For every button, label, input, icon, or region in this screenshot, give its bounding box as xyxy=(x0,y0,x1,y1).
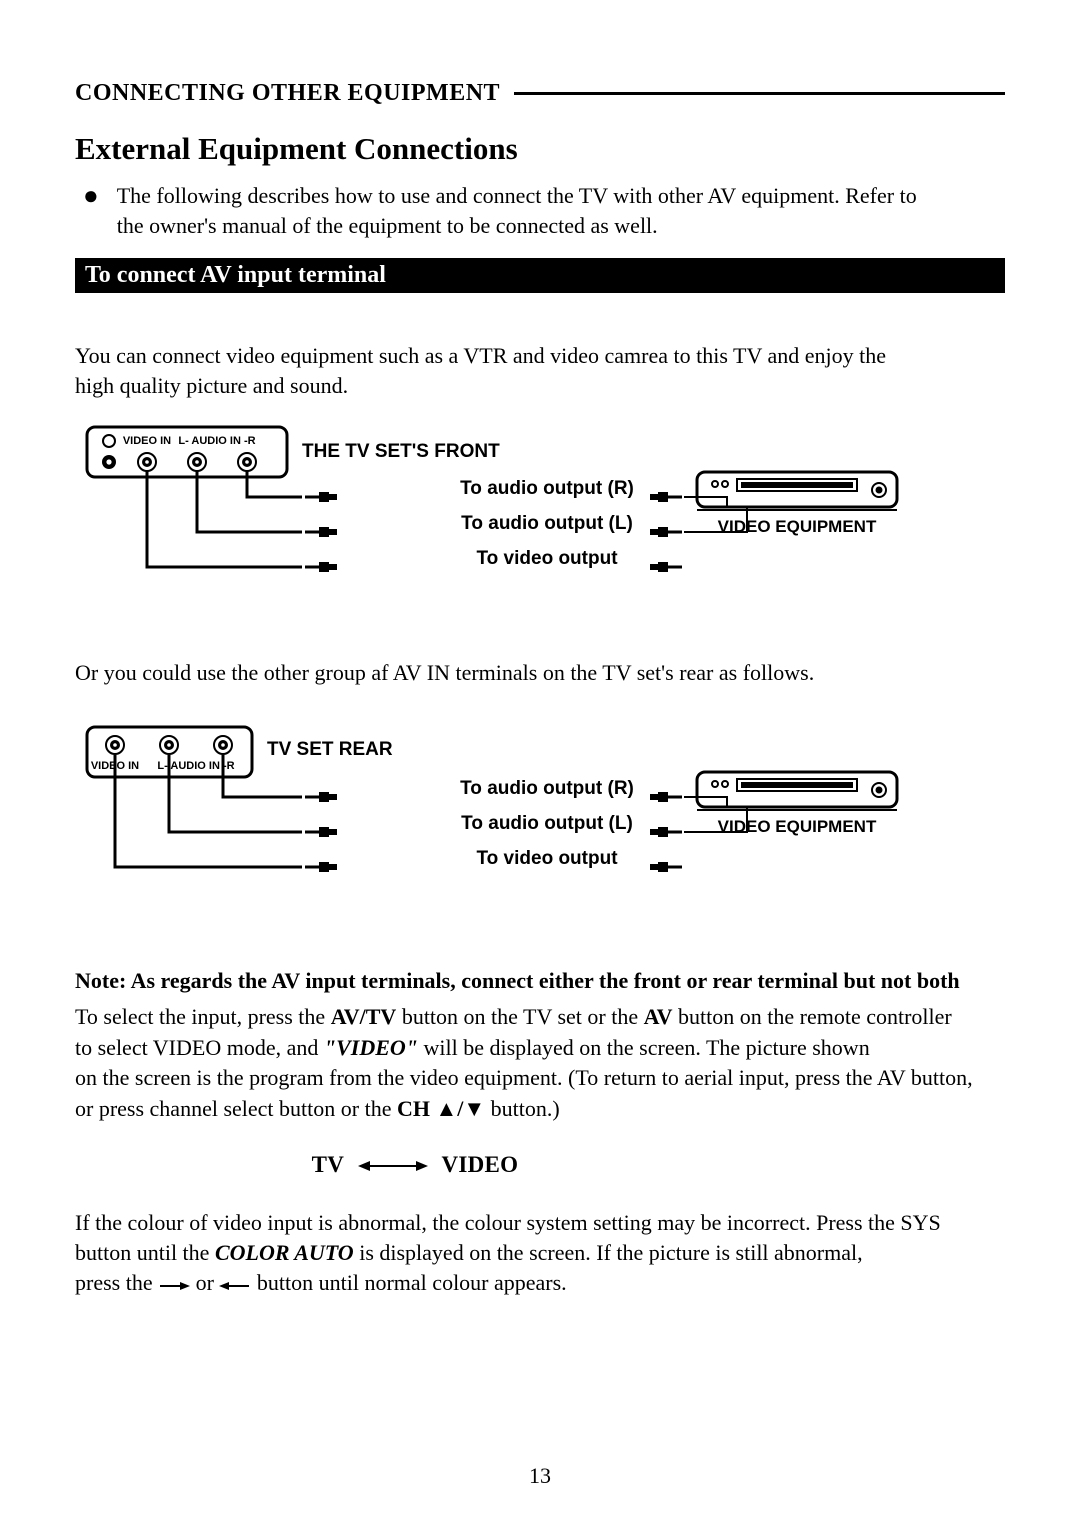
right-arrow-icon xyxy=(158,1270,190,1300)
note-heading: Note: As regards the AV input terminals,… xyxy=(75,968,1005,994)
cable-r-label2: To audio output (R) xyxy=(460,778,634,799)
bullet-icon: ● xyxy=(83,181,99,240)
cable-v-label2: To video output xyxy=(476,848,618,869)
equipment-label: VIDEO EQUIPMENT xyxy=(718,517,877,536)
tv-video-toggle: TV VIDEO xyxy=(0,1152,1005,1180)
colour-paragraph: If the colour of video input is abnormal… xyxy=(75,1208,1005,1301)
page-heading: External Equipment Connections xyxy=(75,131,1005,167)
page-number: 13 xyxy=(0,1463,1080,1489)
mid-paragraph: Or you could use the other group af AV I… xyxy=(75,658,1005,688)
rear-panel-title: TV SET REAR xyxy=(267,739,393,760)
section-header: CONNECTING OTHER EQUIPMENT xyxy=(75,80,1005,107)
front-diagram-svg: VIDEO IN L- AUDIO IN -R THE TV SET'S FRO… xyxy=(87,427,987,617)
front-connection-diagram: VIDEO IN L- AUDIO IN -R THE TV SET'S FRO… xyxy=(87,427,1005,622)
select-input-paragraph: To select the input, press the AV/TV but… xyxy=(75,1002,1005,1123)
intro-paragraph: You can connect video equipment such as … xyxy=(75,341,1005,400)
rear-connection-diagram: VIDEO IN L- AUDIO IN -R TV SET REAR To a… xyxy=(87,727,1005,922)
front-panel-title: THE TV SET'S FRONT xyxy=(302,441,500,462)
double-arrow-icon xyxy=(358,1154,428,1180)
left-arrow-icon xyxy=(219,1270,251,1300)
manual-page: CONNECTING OTHER EQUIPMENT External Equi… xyxy=(0,0,1080,1527)
plug-row: To audio output (R) To audio output (L) … xyxy=(305,478,747,572)
intro-bullet: ● The following describes how to use and… xyxy=(83,181,1005,240)
cable-r-label: To audio output (R) xyxy=(460,478,634,499)
intro-line1: You can connect video equipment such as … xyxy=(75,343,886,368)
jack-video-label: VIDEO IN xyxy=(123,435,171,447)
section-header-title: CONNECTING OTHER EQUIPMENT xyxy=(75,80,500,107)
tv-label: TV xyxy=(312,1152,344,1177)
bullet-line1: The following describes how to use and c… xyxy=(117,183,917,208)
cable-l-label: To audio output (L) xyxy=(461,513,633,534)
jack-audio-label: L- AUDIO IN -R xyxy=(178,435,255,447)
bullet-line2: the owner's manual of the equipment to b… xyxy=(117,213,658,238)
bullet-text: The following describes how to use and c… xyxy=(117,181,917,240)
rear-diagram-svg: VIDEO IN L- AUDIO IN -R TV SET REAR To a… xyxy=(87,727,987,917)
video-label: VIDEO xyxy=(441,1152,518,1177)
equipment-label2: VIDEO EQUIPMENT xyxy=(718,817,877,836)
subsection-bar: To connect AV input terminal xyxy=(75,258,1005,293)
cable-v-label: To video output xyxy=(476,548,618,569)
header-rule xyxy=(514,92,1005,95)
cable-l-label2: To audio output (L) xyxy=(461,813,633,834)
intro-line2: high quality picture and sound. xyxy=(75,373,348,398)
